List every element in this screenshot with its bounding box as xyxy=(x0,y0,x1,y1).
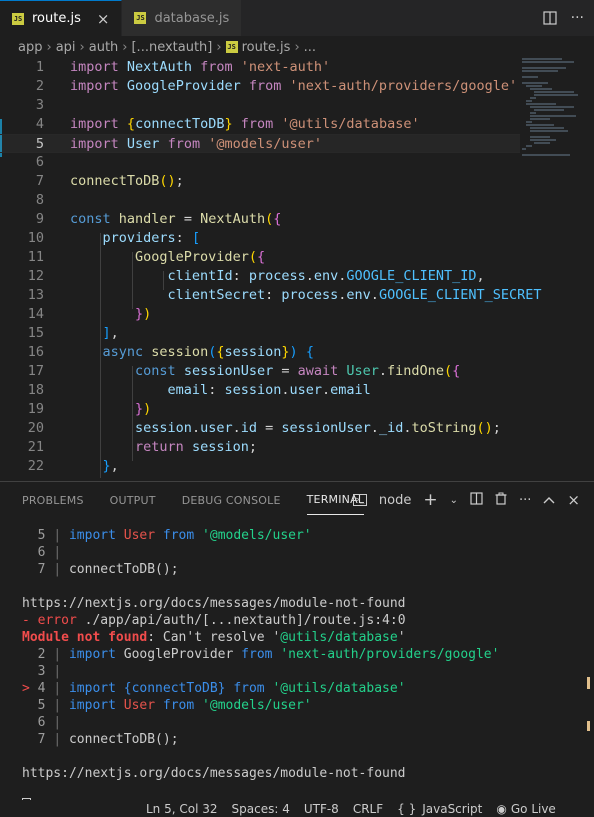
chevron-down-icon[interactable]: ⌄ xyxy=(450,495,458,506)
code-line: 6 xyxy=(35,154,44,170)
breadcrumb-item[interactable]: app xyxy=(18,40,42,55)
scroll-marker xyxy=(587,721,590,731)
code-line: 3 xyxy=(35,97,44,113)
chevron-right-icon: › xyxy=(46,39,52,55)
js-file-icon: JS xyxy=(134,12,147,24)
code-line: 18 email: session.user.email xyxy=(27,382,371,398)
tab-problems[interactable]: PROBLEMS xyxy=(22,486,84,515)
minimap[interactable] xyxy=(522,58,582,168)
tab-debug-console[interactable]: DEBUG CONSOLE xyxy=(182,486,281,515)
code-editor[interactable]: 1 import NextAuth from 'next-auth' 2 impor… xyxy=(0,58,594,478)
scroll-marker xyxy=(587,677,590,689)
breadcrumb-item[interactable]: route.js xyxy=(242,40,291,55)
plus-icon[interactable]: + xyxy=(423,490,437,510)
terminal-line: - error ./app/api/auth/[...nextauth]/rou… xyxy=(22,613,406,628)
code-line: 16 async session({session}) { xyxy=(27,344,314,360)
tab-label: route.js xyxy=(32,11,81,26)
line-ending[interactable]: CRLF xyxy=(353,802,383,816)
indentation[interactable]: Spaces: 4 xyxy=(232,802,290,816)
code-line: 13 clientSecret: process.env.GOOGLE_CLIE… xyxy=(27,287,542,303)
more-actions-icon[interactable]: ··· xyxy=(519,493,531,508)
terminal-line: 5 | import User from '@models/user' xyxy=(37,698,312,713)
terminal-line: 6 | xyxy=(37,715,62,730)
code-line: 14 }) xyxy=(27,306,152,322)
code-line: 8 xyxy=(35,192,44,208)
terminal-line: 7 | connectToDB(); xyxy=(37,562,179,577)
tab-output[interactable]: OUTPUT xyxy=(110,486,156,515)
breadcrumb-item[interactable]: [...nextauth] xyxy=(131,40,212,55)
code-line: 19 }) xyxy=(27,401,152,417)
encoding[interactable]: UTF-8 xyxy=(304,802,339,816)
braces-icon: { } xyxy=(397,801,417,816)
code-line: 4 import {connectToDB} from '@utils/datab… xyxy=(35,116,420,132)
breadcrumb-item[interactable]: auth xyxy=(89,40,119,55)
chevron-right-icon: › xyxy=(122,39,128,55)
status-bar: Ln 5, Col 32 Spaces: 4 UTF-8 CRLF { } Ja… xyxy=(0,800,594,817)
code-line: 10 providers: [ xyxy=(27,230,201,246)
language-mode[interactable]: JavaScript xyxy=(422,802,482,816)
code-line: 22 }, xyxy=(27,458,119,474)
more-actions-icon[interactable]: ··· xyxy=(571,10,584,26)
terminal-line: Module not found: Can't resolve '@utils/… xyxy=(22,630,406,645)
terminal-line: 5 | import User from '@models/user' xyxy=(37,528,312,543)
terminal-line: 3 | xyxy=(37,664,62,679)
terminal-line: https://nextjs.org/docs/messages/module-… xyxy=(22,766,406,781)
terminal-line: 2 | import GoogleProvider from 'next-aut… xyxy=(37,647,500,662)
breadcrumb-item[interactable]: api xyxy=(56,40,76,55)
split-terminal-icon[interactable] xyxy=(470,491,483,509)
tab-route-js[interactable]: JS route.js × xyxy=(0,0,123,36)
chevron-right-icon: › xyxy=(216,39,222,55)
tab-bar: JS route.js × JS database.js ··· xyxy=(0,0,594,36)
breadcrumb-item[interactable]: ... xyxy=(304,40,316,55)
code-line: 1 import NextAuth from 'next-auth' xyxy=(35,59,331,75)
trash-icon[interactable] xyxy=(495,492,507,509)
bottom-panel: PROBLEMS OUTPUT DEBUG CONSOLE TERMINAL >… xyxy=(0,481,594,815)
code-line: 12 clientId: process.env.GOOGLE_CLIENT_I… xyxy=(27,268,485,284)
code-line: 9 const handler = NextAuth({ xyxy=(35,211,282,227)
split-editor-icon[interactable] xyxy=(543,11,557,25)
terminal-name[interactable]: node xyxy=(379,493,411,508)
terminal-line: https://nextjs.org/docs/messages/module-… xyxy=(22,596,406,611)
code-line: 15 ], xyxy=(27,325,119,341)
tab-label: database.js xyxy=(154,10,230,26)
code-line: 21 return session; xyxy=(27,439,257,455)
js-file-icon: JS xyxy=(225,41,238,53)
close-icon[interactable]: × xyxy=(97,10,110,28)
cursor-position[interactable]: Ln 5, Col 32 xyxy=(146,802,218,816)
breadcrumb: app › api › auth › [...nextauth] › JS ro… xyxy=(0,36,594,58)
code-line: 17 const sessionUser = await User.findOn… xyxy=(27,363,461,379)
chevron-right-icon: › xyxy=(294,39,300,55)
js-file-icon: JS xyxy=(12,12,24,25)
code-line-current: 5 import User from '@models/user' xyxy=(0,134,520,153)
code-line: 11 GoogleProvider({ xyxy=(27,249,266,265)
editor-actions: ··· xyxy=(543,0,584,36)
terminal-line: > 4 | import {connectToDB} from '@utils/… xyxy=(22,681,406,696)
chevron-up-icon[interactable] xyxy=(543,493,555,508)
go-live-button[interactable]: ◉ Go Live xyxy=(496,802,555,816)
panel-actions: >_ node + ⌄ ··· × xyxy=(352,482,580,518)
broadcast-icon: ◉ xyxy=(496,801,507,816)
code-line: 7 connectToDB(); xyxy=(35,173,184,189)
code-line: 2 import GoogleProvider from 'next-auth/p… xyxy=(35,78,518,94)
close-icon[interactable]: × xyxy=(567,491,580,509)
terminal-line: 6 | xyxy=(37,545,62,560)
tab-database-js[interactable]: JS database.js xyxy=(122,0,243,36)
go-live-label: Go Live xyxy=(510,801,556,816)
terminal-line: 7 | connectToDB(); xyxy=(37,732,179,747)
code-line: 20 session.user.id = sessionUser._id.toS… xyxy=(27,420,501,436)
terminal-icon: >_ xyxy=(352,494,367,506)
chevron-right-icon: › xyxy=(79,39,85,55)
